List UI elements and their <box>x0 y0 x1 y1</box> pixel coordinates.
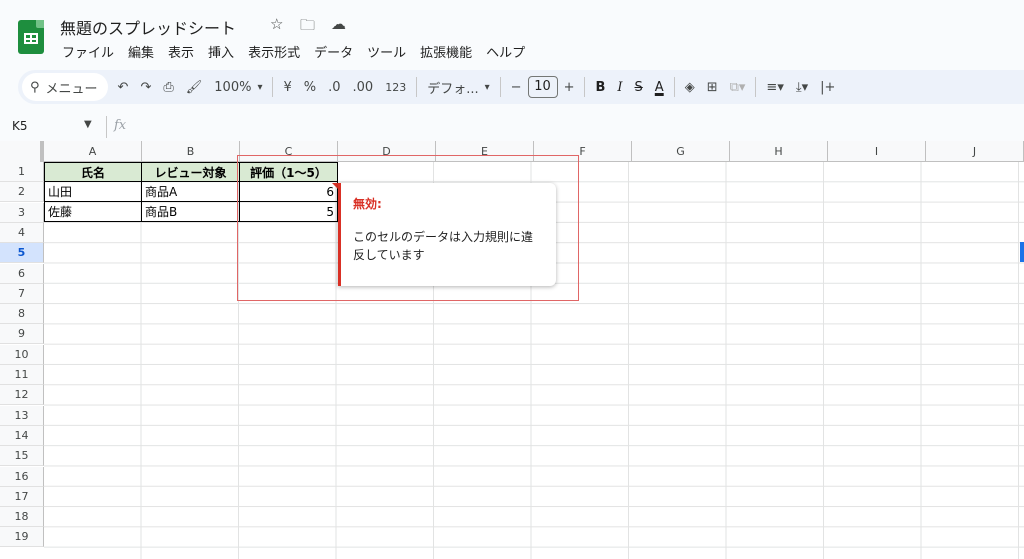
row-header-15[interactable]: 15 <box>0 446 44 467</box>
decrease-decimal-button[interactable]: .0 <box>322 74 346 100</box>
column-headers: A B C D E F G H I J <box>0 141 1024 162</box>
paint-format-icon[interactable]: 🖌 <box>180 74 209 100</box>
header-cell-rating[interactable]: 評価（1〜5） <box>239 162 338 182</box>
cell-a2[interactable]: 山田 <box>44 182 142 202</box>
menu-help[interactable]: ヘルプ <box>479 42 532 61</box>
font-select[interactable]: デフォ... <box>421 74 495 100</box>
header-cell-name[interactable]: 氏名 <box>44 162 142 182</box>
row-header-3[interactable]: 3 <box>0 202 44 223</box>
column-header-i[interactable]: I <box>828 141 926 162</box>
percent-format-button[interactable]: % <box>298 74 322 100</box>
selected-cell-edge <box>1020 242 1024 262</box>
divider <box>755 77 757 97</box>
row-header-11[interactable]: 11 <box>0 365 44 385</box>
move-folder-icon[interactable]: 🗀 <box>300 15 315 40</box>
row-header-19[interactable]: 19 <box>0 527 44 548</box>
row-header-4[interactable]: 4 <box>0 222 44 243</box>
cell-b2[interactable]: 商品A <box>141 182 240 202</box>
cell-b3[interactable]: 商品B <box>141 202 240 222</box>
column-header-f[interactable]: F <box>534 141 632 162</box>
tooltip-title: 無効: <box>353 197 382 211</box>
font-size-increase-button[interactable]: + <box>558 74 581 100</box>
menu-bar: ファイル 編集 表示 挿入 表示形式 データ ツール 拡張機能 ヘルプ <box>55 42 532 61</box>
row-header-18[interactable]: 18 <box>0 507 44 528</box>
vertical-align-icon[interactable]: ⤓▾ <box>790 74 814 100</box>
formula-bar: K5 ▼ fx <box>0 114 1024 140</box>
horizontal-align-icon[interactable]: ≡▾ <box>760 74 789 100</box>
row-header-12[interactable]: 12 <box>0 385 44 406</box>
zoom-select[interactable]: 100% <box>208 74 268 100</box>
star-icon[interactable]: ☆ <box>270 15 283 33</box>
toolbar: ⚲ メニュー ↶ ↷ ⎙ 🖌 100% ¥ % .0 .00 123 デフォ..… <box>18 70 1024 104</box>
menu-data[interactable]: データ <box>307 42 360 61</box>
currency-format-button[interactable]: ¥ <box>277 74 297 100</box>
font-size-decrease-button[interactable]: − <box>505 74 528 100</box>
menu-search[interactable]: ⚲ メニュー <box>22 73 108 101</box>
column-header-e[interactable]: E <box>436 141 534 162</box>
header-cell-review-target[interactable]: レビュー対象 <box>141 162 240 182</box>
divider <box>106 116 107 138</box>
menu-extensions[interactable]: 拡張機能 <box>413 42 479 61</box>
select-all-corner[interactable] <box>0 141 44 162</box>
column-header-g[interactable]: G <box>632 141 730 162</box>
divider <box>584 77 586 97</box>
column-header-a[interactable]: A <box>44 141 142 162</box>
strikethrough-button[interactable]: S <box>629 74 649 100</box>
row-header-1[interactable]: 1 <box>0 162 44 182</box>
row-header-17[interactable]: 17 <box>0 486 44 507</box>
menu-edit[interactable]: 編集 <box>121 42 161 61</box>
sheets-logo-icon[interactable] <box>18 20 44 54</box>
document-title[interactable]: 無題のスプレッドシート <box>60 15 236 39</box>
chevron-down-icon[interactable]: ▼ <box>84 119 92 130</box>
fill-color-icon[interactable]: ◈ <box>679 74 701 100</box>
row-header-13[interactable]: 13 <box>0 405 44 426</box>
row-header-5[interactable]: 5 <box>0 243 44 264</box>
undo-icon[interactable]: ↶ <box>112 74 135 100</box>
search-icon: ⚲ <box>30 79 40 95</box>
merge-cells-icon[interactable]: ⧉▾ <box>724 74 752 100</box>
title-bar: 無題のスプレッドシート ☆ 🗀 ☁ ファイル 編集 表示 挿入 表示形式 データ… <box>0 0 1024 64</box>
increase-decimal-button[interactable]: .00 <box>347 74 380 100</box>
borders-icon[interactable]: ⊞ <box>701 74 724 100</box>
menu-view[interactable]: 表示 <box>161 42 201 61</box>
name-box[interactable]: K5 <box>12 119 28 133</box>
row-header-8[interactable]: 8 <box>0 304 44 325</box>
row-header-2[interactable]: 2 <box>0 182 44 203</box>
italic-button[interactable]: I <box>611 74 628 100</box>
row-header-14[interactable]: 14 <box>0 425 44 446</box>
cell-a3[interactable]: 佐藤 <box>44 202 142 222</box>
cell-c2-invalid[interactable]: 6 <box>239 182 338 202</box>
menu-insert[interactable]: 挿入 <box>201 42 241 61</box>
tooltip-message: このセルのデータは入力規則に違反しています <box>353 230 534 262</box>
menu-tools[interactable]: ツール <box>360 42 413 61</box>
divider <box>416 77 418 97</box>
column-header-b[interactable]: B <box>142 141 240 162</box>
print-icon[interactable]: ⎙ <box>157 74 179 100</box>
row-header-9[interactable]: 9 <box>0 324 44 345</box>
menu-search-label: メニュー <box>45 81 98 97</box>
divider <box>272 77 274 97</box>
function-icon: fx <box>114 118 127 133</box>
redo-icon[interactable]: ↷ <box>134 74 157 100</box>
row-header-10[interactable]: 10 <box>0 344 44 365</box>
row-header-6[interactable]: 6 <box>0 263 44 284</box>
cloud-status-icon[interactable]: ☁ <box>331 15 346 33</box>
divider <box>499 77 501 97</box>
text-color-button[interactable]: A <box>649 74 670 100</box>
column-header-h[interactable]: H <box>730 141 828 162</box>
divider <box>673 77 675 97</box>
menu-file[interactable]: ファイル <box>55 42 121 61</box>
text-wrap-icon[interactable]: |+ <box>814 74 841 100</box>
row-header-16[interactable]: 16 <box>0 466 44 487</box>
cell-c3[interactable]: 5 <box>239 202 338 222</box>
menu-format[interactable]: 表示形式 <box>241 42 307 61</box>
column-header-d[interactable]: D <box>338 141 436 162</box>
font-size-input[interactable]: 10 <box>527 76 558 98</box>
row-header-7[interactable]: 7 <box>0 283 44 304</box>
validation-error-tooltip: 無効: このセルのデータは入力規則に違反しています <box>338 183 556 286</box>
column-header-j[interactable]: J <box>926 141 1024 162</box>
number-format-button[interactable]: 123 <box>379 74 412 100</box>
bold-button[interactable]: B <box>589 74 611 100</box>
column-header-c[interactable]: C <box>240 141 338 162</box>
